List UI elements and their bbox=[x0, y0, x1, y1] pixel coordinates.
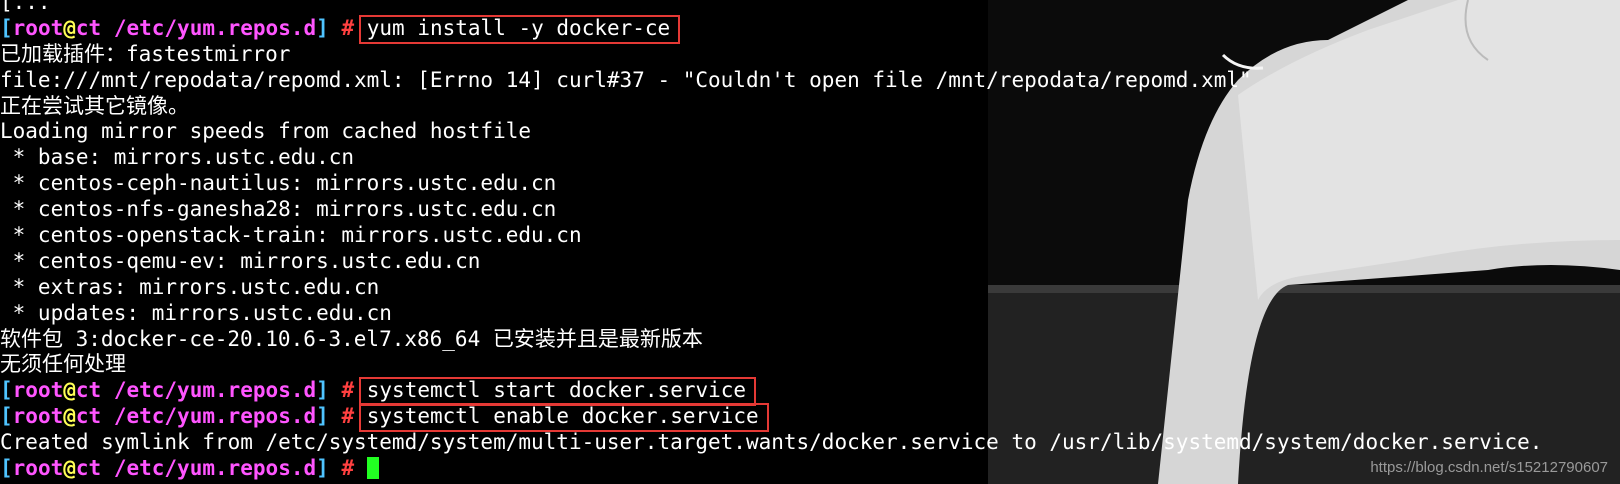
output-line: * centos-ceph-nautilus: mirrors.ustc.edu… bbox=[0, 171, 557, 196]
output-line: * extras: mirrors.ustc.edu.cn bbox=[0, 274, 380, 299]
output-line: * centos-openstack-train: mirrors.ustc.e… bbox=[0, 223, 582, 248]
prompt-close-bracket: ] bbox=[316, 378, 329, 403]
output-line: 已加载插件：fastestmirror bbox=[0, 41, 291, 66]
prompt-symbol: # bbox=[341, 404, 355, 429]
prompt-symbol: # bbox=[341, 15, 355, 40]
prompt-line: [root@ct /etc/yum.repos.d] # systemctl s… bbox=[0, 377, 1620, 407]
command-text: systemctl start docker.service bbox=[366, 378, 747, 403]
output-line: 正在尝试其它镜像。 bbox=[0, 93, 189, 118]
prompt-close-bracket: ] bbox=[316, 15, 329, 40]
prompt-user: root bbox=[12, 378, 64, 403]
prompt-host: ct bbox=[75, 404, 102, 429]
prompt-open-bracket: [ bbox=[0, 378, 13, 403]
prompt-close-bracket: ] bbox=[316, 404, 329, 429]
prompt-path: /etc/yum.repos.d bbox=[113, 404, 317, 429]
prompt-open-bracket: [ bbox=[0, 15, 13, 40]
prompt-close-bracket: ] bbox=[316, 456, 329, 481]
prompt-host: ct bbox=[75, 378, 102, 403]
prompt-symbol: # bbox=[341, 456, 355, 481]
prompt-symbol: # bbox=[341, 378, 355, 403]
output-line: * centos-nfs-ganesha28: mirrors.ustc.edu… bbox=[0, 197, 557, 222]
output-line: 无须任何处理 bbox=[0, 352, 126, 377]
output-line: Loading mirror speeds from cached hostfi… bbox=[0, 119, 532, 144]
prompt-user: root bbox=[12, 404, 64, 429]
prompt-host: ct bbox=[75, 15, 102, 40]
prompt-user: root bbox=[12, 456, 64, 481]
output-line: * centos-qemu-ev: mirrors.ustc.edu.cn bbox=[0, 248, 481, 273]
output-line: [... bbox=[0, 0, 51, 14]
prompt-host: ct bbox=[75, 456, 102, 481]
prompt-at: @ bbox=[63, 456, 76, 481]
output-line: 软件包 3:docker-ce-20.10.6-3.el7.x86_64 已安装… bbox=[0, 326, 703, 351]
prompt-line: [root@ct /etc/yum.repos.d] # yum install… bbox=[0, 14, 1620, 44]
prompt-path: /etc/yum.repos.d bbox=[113, 378, 317, 403]
terminal-output[interactable]: [... [root@ct /etc/yum.repos.d] # yum ins… bbox=[0, 0, 1620, 482]
prompt-open-bracket: [ bbox=[0, 404, 13, 429]
prompt-line: [root@ct /etc/yum.repos.d] # systemctl e… bbox=[0, 403, 1620, 433]
command-text: systemctl enable docker.service bbox=[366, 404, 759, 429]
cursor bbox=[366, 457, 379, 480]
prompt-user: root bbox=[12, 15, 64, 40]
command-text: yum install -y docker-ce bbox=[366, 15, 671, 40]
watermark: https://blog.csdn.net/s15212790607 bbox=[1370, 459, 1608, 476]
prompt-path: /etc/yum.repos.d bbox=[113, 456, 317, 481]
prompt-path: /etc/yum.repos.d bbox=[113, 15, 317, 40]
output-line: Created symlink from /etc/systemd/system… bbox=[0, 430, 1543, 455]
prompt-open-bracket: [ bbox=[0, 456, 13, 481]
prompt-at: @ bbox=[63, 15, 76, 40]
prompt-at: @ bbox=[63, 378, 76, 403]
prompt-at: @ bbox=[63, 404, 76, 429]
output-line: file:///mnt/repodata/repomd.xml: [Errno … bbox=[0, 67, 1252, 92]
output-line: * base: mirrors.ustc.edu.cn bbox=[0, 145, 355, 170]
output-line: * updates: mirrors.ustc.edu.cn bbox=[0, 300, 392, 325]
